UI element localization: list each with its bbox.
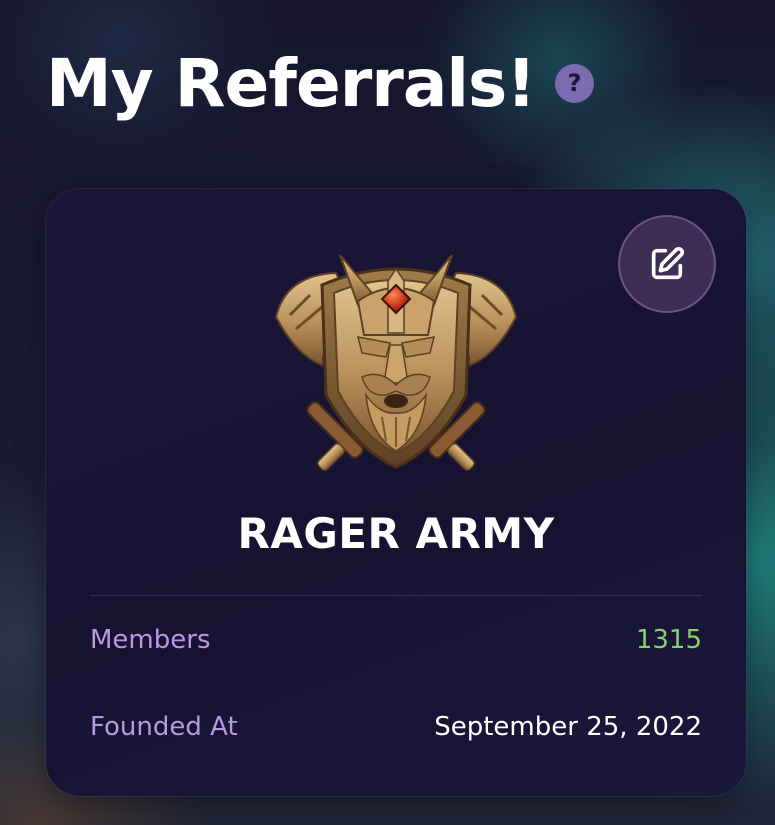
founded-label: Founded At [90,712,238,742]
referral-card: RAGER ARMY Members 1315 Founded At Septe… [46,189,746,796]
dwarf-warrior-emblem-icon [274,254,518,471]
founded-row: Founded At September 25, 2022 [90,707,702,747]
members-label: Members [90,625,211,655]
members-value: 1315 [635,625,702,655]
founded-value: September 25, 2022 [434,712,702,742]
members-row: Members 1315 [90,620,702,660]
page-title: My Referrals! [46,45,536,122]
edit-icon [651,246,685,280]
clan-name: RAGER ARMY [237,509,555,558]
question-mark-icon[interactable]: ? [555,64,594,103]
edit-button[interactable] [618,215,716,313]
divider [90,595,702,596]
